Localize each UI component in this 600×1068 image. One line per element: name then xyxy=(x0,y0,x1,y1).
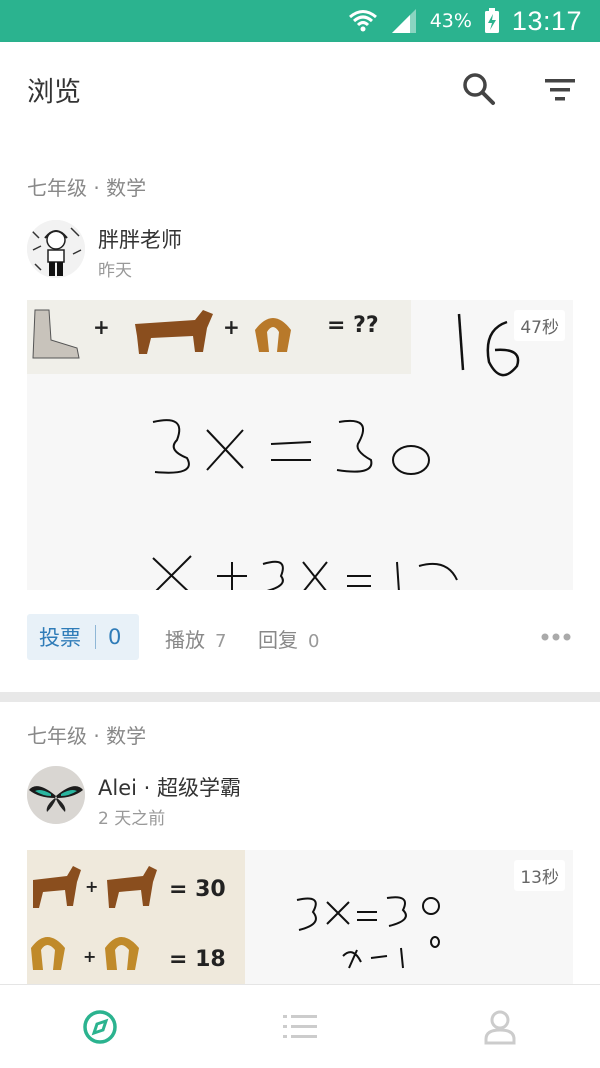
feed[interactable]: 七年级 · 数学 胖胖老师 昨天 + + = ?? 47秒 投票 0 播放 7 … xyxy=(0,136,600,984)
reply-count: 0 xyxy=(308,631,320,652)
list-icon xyxy=(283,1014,317,1038)
handwriting-image: + = 30 + = 18 xyxy=(27,850,440,984)
answer-preview[interactable]: + + = ?? 47秒 xyxy=(27,300,573,590)
teacher-avatar-icon xyxy=(27,220,85,278)
signal-icon xyxy=(391,9,416,33)
butterfly-avatar-icon xyxy=(27,766,85,824)
vote-count: 0 xyxy=(108,625,122,649)
svg-text:+: + xyxy=(93,315,110,339)
status-bar: 43% 13:17 xyxy=(0,0,600,42)
post-card[interactable]: 七年级 · 数学 胖胖老师 昨天 + + = ?? 47秒 投票 0 播放 7 … xyxy=(0,136,600,692)
reply-label: 回复 xyxy=(258,628,298,652)
tab-browse[interactable] xyxy=(0,985,200,1068)
avatar[interactable] xyxy=(27,766,85,824)
battery-percent: 43% xyxy=(429,10,472,32)
compass-icon xyxy=(83,1009,117,1044)
post-actions: 投票 0 播放 7 回复 0 xyxy=(27,614,573,660)
bottom-tab-bar xyxy=(0,984,600,1067)
play-count: 7 xyxy=(215,631,227,652)
answer-preview[interactable]: + = 30 + = 18 13秒 xyxy=(27,850,573,984)
clock: 13:17 xyxy=(511,5,582,36)
vote-button[interactable]: 投票 0 xyxy=(27,614,139,660)
author-name[interactable]: Alei · 超级学霸 xyxy=(98,772,241,802)
filter-icon[interactable] xyxy=(543,75,577,105)
post-time: 昨天 xyxy=(98,261,132,281)
reply-stat[interactable]: 回复 0 xyxy=(258,624,319,653)
page-title: 浏览 xyxy=(27,76,81,108)
svg-text:+: + xyxy=(83,947,96,966)
tab-profile[interactable] xyxy=(400,985,600,1068)
vote-separator xyxy=(95,625,96,649)
svg-text:+: + xyxy=(85,877,98,896)
handwriting-image: + + = ?? xyxy=(27,300,520,590)
duration-badge: 47秒 xyxy=(514,310,565,341)
post-time: 2 天之前 xyxy=(98,809,166,829)
duration-badge: 13秒 xyxy=(514,860,565,891)
app-bar: 浏览 xyxy=(0,42,600,136)
svg-text:= ??: = ?? xyxy=(327,313,379,338)
svg-text:+: + xyxy=(223,315,240,339)
post-card[interactable]: 七年级 · 数学 Alei · 超级学霸 2 天之前 + = 30 + = 18… xyxy=(0,702,600,984)
author-name[interactable]: 胖胖老师 xyxy=(98,224,182,254)
play-stat[interactable]: 播放 7 xyxy=(165,624,226,653)
battery-charging-icon xyxy=(484,8,499,33)
profile-icon xyxy=(484,1010,516,1044)
more-icon[interactable] xyxy=(541,628,571,646)
wifi-icon xyxy=(348,10,377,32)
post-category: 七年级 · 数学 xyxy=(27,724,147,748)
avatar[interactable] xyxy=(27,220,85,278)
search-icon[interactable] xyxy=(462,72,496,106)
post-category: 七年级 · 数学 xyxy=(27,176,147,200)
card-divider xyxy=(0,692,600,702)
svg-text:= 30: = 30 xyxy=(169,877,226,902)
tab-list[interactable] xyxy=(200,985,400,1068)
play-label: 播放 xyxy=(165,628,205,652)
svg-text:= 18: = 18 xyxy=(169,947,226,972)
vote-label: 投票 xyxy=(39,626,81,650)
